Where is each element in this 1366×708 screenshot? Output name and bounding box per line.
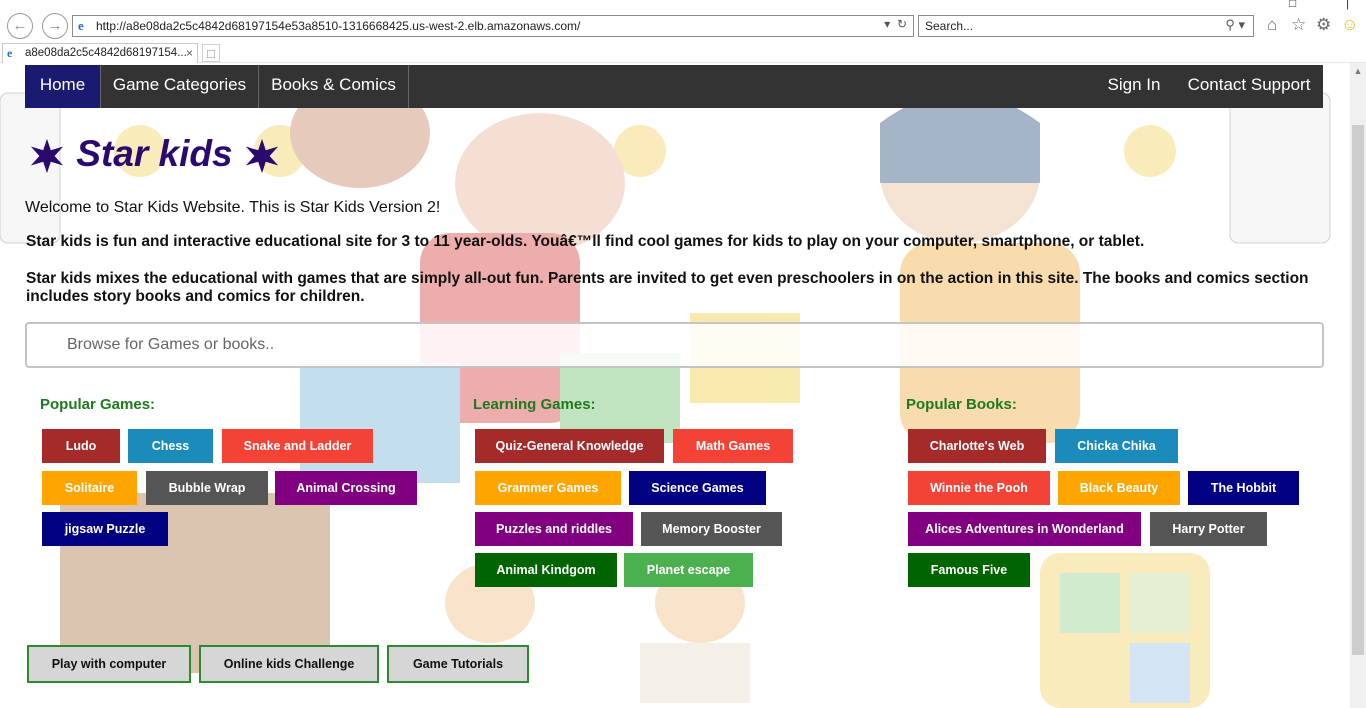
learning-tag[interactable]: Grammer Games	[475, 471, 621, 505]
site-title: Star kids	[28, 133, 281, 175]
learning-tag[interactable]: Quiz-General Knowledge	[475, 429, 664, 463]
scroll-thumb[interactable]	[1352, 125, 1364, 655]
book-tag[interactable]: The Hobbit	[1188, 471, 1299, 505]
ie-page-icon: e	[78, 18, 84, 33]
game-tag[interactable]: Snake and Ladder	[222, 429, 373, 463]
game-tag[interactable]: jigsaw Puzzle	[42, 512, 168, 546]
learning-tag[interactable]: Planet escape	[624, 553, 753, 587]
window-close-icon[interactable]: |	[1346, 0, 1349, 10]
forward-arrow-icon[interactable]: →	[42, 13, 68, 39]
window-restore-icon[interactable]: □	[1289, 0, 1296, 10]
nav-home[interactable]: Home	[25, 65, 100, 108]
book-tag[interactable]: Winnie the Pooh	[908, 471, 1050, 505]
game-tag[interactable]: Chess	[128, 429, 213, 463]
page-viewport: Home Game Categories Books & Comics Sign…	[0, 63, 1350, 708]
back-arrow-icon[interactable]: ←	[7, 13, 33, 39]
book-tag[interactable]: Famous Five	[908, 553, 1030, 587]
site-title-text: Star kids	[76, 133, 233, 174]
star-icon[interactable]: ☆	[1291, 15, 1306, 35]
learning-games-heading: Learning Games:	[473, 396, 596, 413]
tab-ie-icon: e	[7, 46, 13, 60]
starburst-icon	[30, 139, 64, 174]
url-text[interactable]: http://a8e08da2c5c4842d68197154e53a8510-…	[96, 19, 580, 33]
learning-tag[interactable]: Math Games	[673, 429, 793, 463]
nav-game-categories[interactable]: Game Categories	[100, 65, 259, 108]
nav-books-comics[interactable]: Books & Comics	[259, 65, 409, 108]
online-kids-challenge-button[interactable]: Online kids Challenge	[199, 645, 379, 683]
nav-sign-in[interactable]: Sign In	[1093, 65, 1175, 108]
search-icon[interactable]: ⚲ ▾	[1225, 17, 1245, 33]
game-tag[interactable]: Solitaire	[42, 471, 137, 505]
address-bar[interactable]: e http://a8e08da2c5c4842d68197154e53a851…	[72, 15, 914, 37]
learning-tag[interactable]: Memory Booster	[641, 512, 782, 546]
book-tag[interactable]: Harry Potter	[1150, 512, 1267, 546]
smiley-icon[interactable]: ☺	[1341, 15, 1358, 35]
nav-contact-support[interactable]: Contact Support	[1175, 65, 1323, 108]
game-tutorials-button[interactable]: Game Tutorials	[387, 645, 529, 683]
close-icon[interactable]: ×	[186, 46, 193, 60]
browse-search-input[interactable]	[25, 322, 1324, 368]
book-tag[interactable]: Charlotte's Web	[908, 429, 1046, 463]
browser-search-box[interactable]: Search... ⚲ ▾	[918, 15, 1254, 37]
game-tag[interactable]: Animal Crossing	[275, 471, 417, 505]
intro-paragraph-2: Star kids mixes the educational with gam…	[26, 270, 1309, 305]
popular-games-heading: Popular Games:	[40, 396, 156, 413]
welcome-text: Welcome to Star Kids Website. This is St…	[25, 199, 441, 216]
book-tag[interactable]: Alices Adventures in Wonderland	[908, 512, 1141, 546]
main-navbar: Home Game Categories Books & Comics Sign…	[25, 65, 1323, 108]
starburst-icon	[245, 139, 279, 174]
learning-tag[interactable]: Animal Kindgom	[475, 553, 617, 587]
tab-title: a8e08da2c5c4842d68197154...	[25, 47, 187, 59]
home-icon[interactable]: ⌂	[1267, 15, 1277, 35]
book-tag[interactable]: Chicka Chika	[1055, 429, 1178, 463]
learning-tag[interactable]: Science Games	[629, 471, 766, 505]
learning-tag[interactable]: Puzzles and riddles	[475, 512, 633, 546]
intro-paragraph: Star kids is fun and interactive educati…	[26, 233, 1145, 250]
browser-tab[interactable]: e a8e08da2c5c4842d68197154... ×	[2, 43, 198, 63]
book-tag[interactable]: Black Beauty	[1058, 471, 1180, 505]
popular-books-heading: Popular Books:	[906, 396, 1017, 413]
play-with-computer-button[interactable]: Play with computer	[27, 645, 191, 683]
browser-chrome: ← → e http://a8e08da2c5c4842d68197154e53…	[0, 0, 1366, 63]
refresh-icon[interactable]: ▾ ↻	[884, 17, 907, 31]
game-tag[interactable]: Ludo	[42, 429, 120, 463]
gear-icon[interactable]: ⚙	[1316, 15, 1331, 35]
vertical-scrollbar[interactable]: ▲	[1350, 63, 1366, 708]
game-tag[interactable]: Bubble Wrap	[146, 471, 268, 505]
browser-search-placeholder[interactable]: Search...	[925, 19, 973, 33]
scroll-up-icon[interactable]: ▲	[1350, 63, 1366, 79]
new-tab-icon[interactable]: □	[202, 44, 220, 62]
